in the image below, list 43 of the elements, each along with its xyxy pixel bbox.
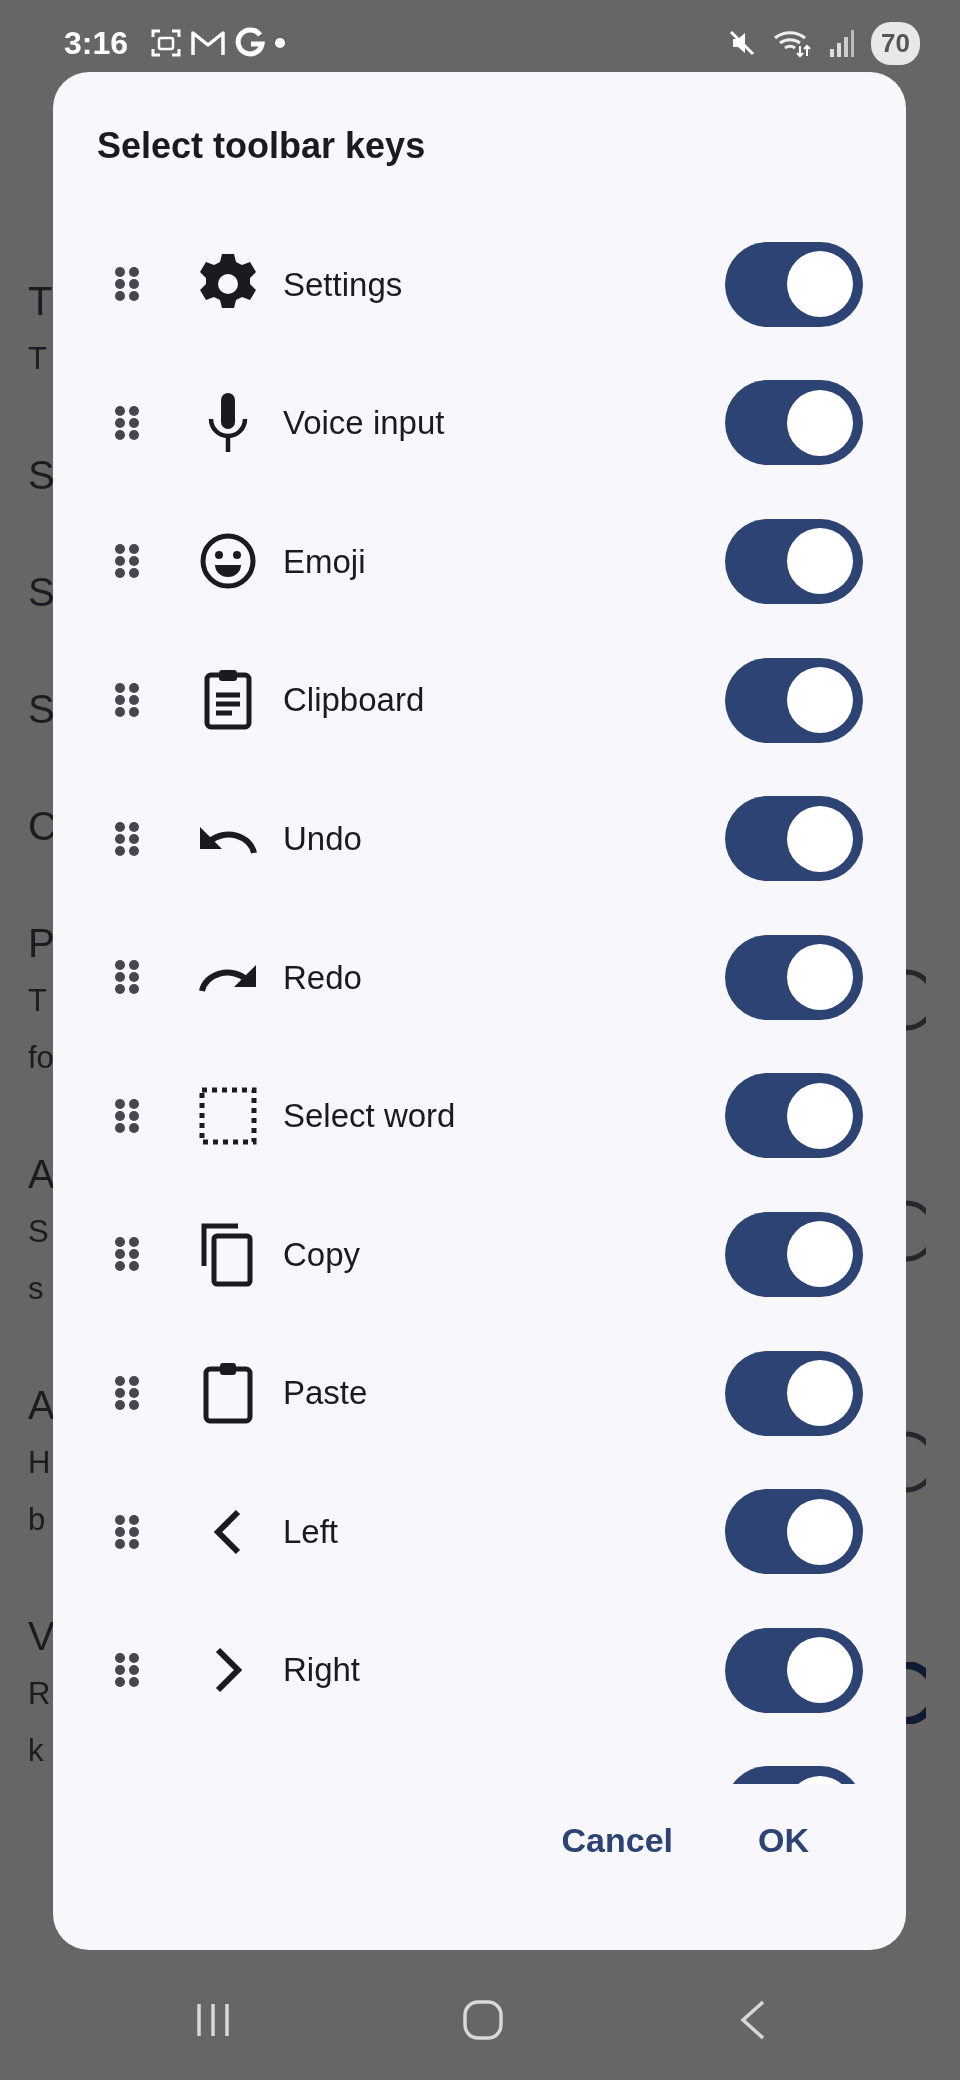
- key-label: Voice input: [283, 403, 445, 444]
- key-label: Copy: [283, 1234, 361, 1275]
- setting-summary: b: [28, 1500, 47, 1539]
- mail-icon: [190, 29, 227, 57]
- notification-dot-icon: [274, 37, 287, 49]
- setting-title: A: [28, 1150, 55, 1198]
- setting-title: V: [28, 1612, 55, 1660]
- setting-summary: T: [28, 339, 48, 378]
- signal-icon: [829, 29, 856, 57]
- key-label: Emoji: [283, 541, 366, 582]
- setting-title: C: [28, 802, 57, 850]
- key-label: Paste: [283, 1373, 368, 1414]
- setting-summary: T: [28, 981, 48, 1020]
- setting-title: S: [28, 451, 55, 499]
- cancel-button[interactable]: Cancel: [537, 1805, 697, 1876]
- clock-text: 3:16: [64, 24, 129, 63]
- g-shape-icon: [234, 27, 267, 59]
- key-label: Left: [283, 1511, 339, 1552]
- setting-summary: k: [28, 1731, 45, 1770]
- key-label: Right: [283, 1650, 361, 1691]
- key-label: Redo: [283, 957, 362, 998]
- battery-level-text: 70: [871, 21, 920, 65]
- ok-button[interactable]: OK: [734, 1805, 833, 1876]
- toggle-switch[interactable]: [906, 1199, 926, 1262]
- setting-summary: R: [28, 1674, 52, 1713]
- setting-title: S: [28, 685, 55, 733]
- key-label: Settings: [283, 264, 403, 305]
- setting-summary: S: [28, 1212, 50, 1251]
- toggle-switch[interactable]: [906, 1661, 926, 1724]
- setting-summary: s: [28, 1269, 45, 1308]
- setting-summary: H: [28, 1443, 52, 1482]
- setting-summary: fo: [28, 1038, 55, 1077]
- setting-title: S: [28, 568, 55, 616]
- dialog-title: Select toolbar keys: [96, 124, 427, 168]
- setting-title: P: [28, 919, 55, 967]
- setting-title: A: [28, 1381, 55, 1429]
- setting-title: T: [28, 277, 53, 325]
- key-label: Undo: [283, 818, 362, 859]
- key-label: Clipboard: [283, 680, 425, 721]
- toggle-switch[interactable]: [906, 968, 926, 1031]
- screenshot-icon: [150, 27, 183, 59]
- toggle-switch[interactable]: [906, 1430, 926, 1493]
- key-label: Select word: [283, 1096, 456, 1137]
